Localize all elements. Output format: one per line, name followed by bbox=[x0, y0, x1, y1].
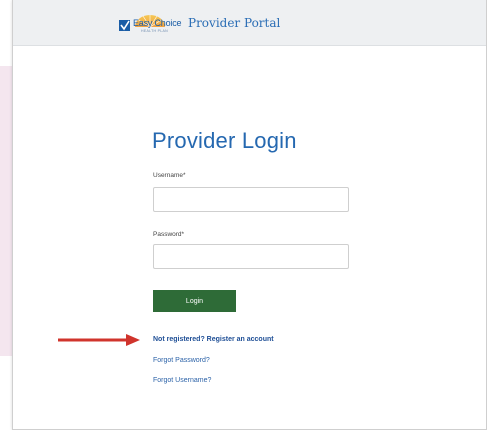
portal-title: Provider Portal bbox=[188, 16, 281, 30]
easy-choice-logo[interactable]: Easy Choice HEALTH PLAN bbox=[117, 11, 182, 37]
register-link[interactable]: Not registered? Register an account bbox=[153, 336, 274, 343]
password-label: Password* bbox=[153, 231, 185, 238]
annotation-arrow-icon bbox=[58, 334, 140, 346]
forgot-username-link[interactable]: Forgot Username? bbox=[153, 377, 211, 384]
username-label: Username* bbox=[153, 172, 186, 179]
logo-text: Easy Choice bbox=[133, 18, 182, 28]
login-heading: Provider Login bbox=[152, 128, 297, 153]
site-header: Easy Choice HEALTH PLAN Provider Portal bbox=[13, 0, 486, 46]
forgot-password-link[interactable]: Forgot Password? bbox=[153, 357, 210, 364]
page: Easy Choice HEALTH PLAN Provider Portal … bbox=[0, 0, 487, 430]
username-input[interactable] bbox=[153, 187, 349, 212]
password-input[interactable] bbox=[153, 244, 349, 269]
logo-subtext: HEALTH PLAN bbox=[141, 29, 168, 33]
login-button[interactable]: Login bbox=[153, 290, 236, 312]
browser-screenshot: Easy Choice HEALTH PLAN Provider Portal … bbox=[12, 0, 487, 430]
